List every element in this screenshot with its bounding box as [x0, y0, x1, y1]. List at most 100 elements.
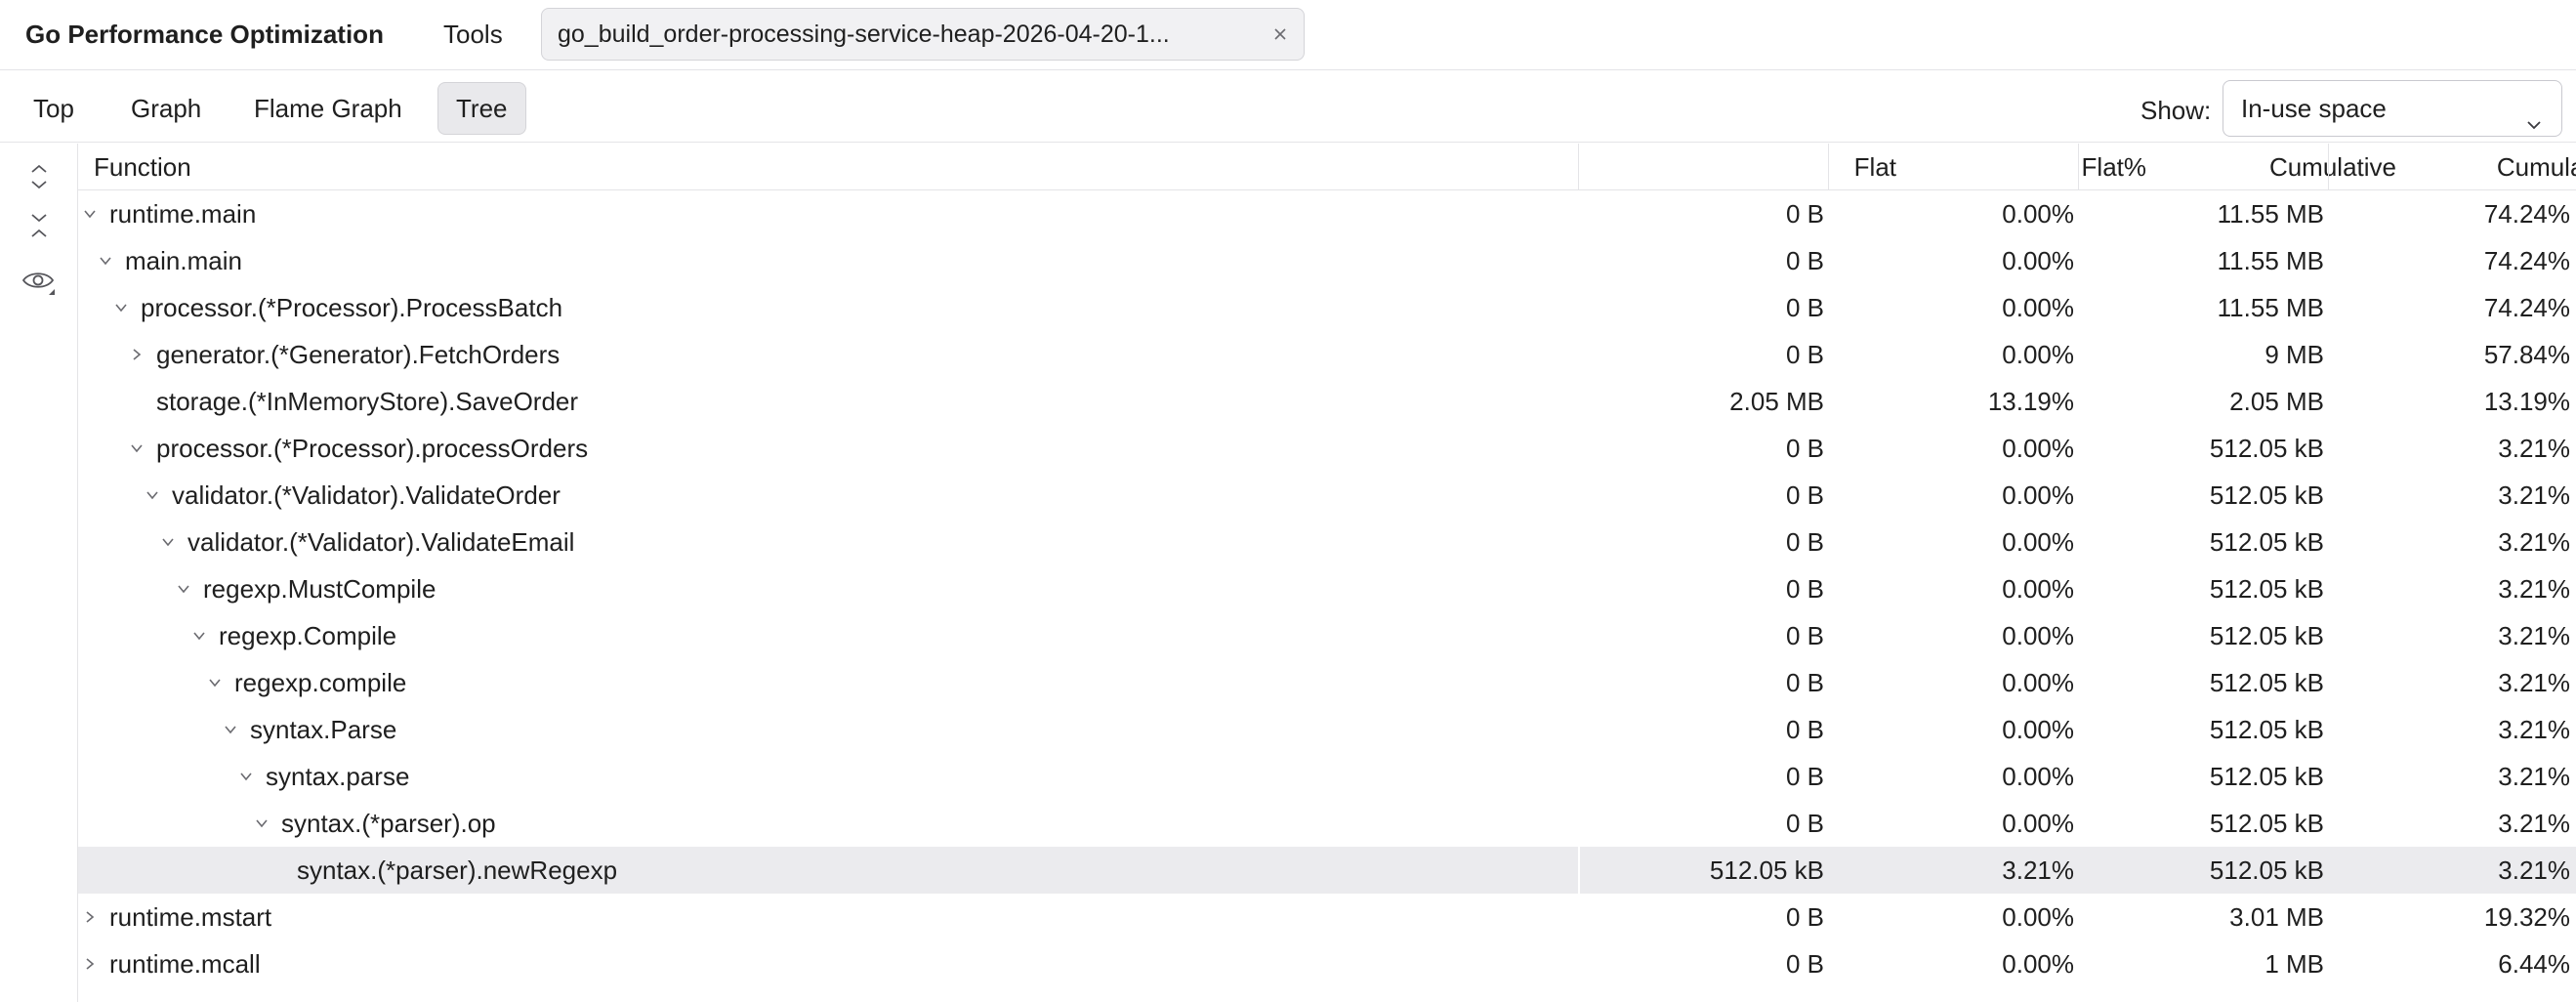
cell-cumulative: 512.05 kB — [2209, 668, 2324, 697]
chevron-down-icon[interactable] — [78, 202, 102, 226]
table-row[interactable]: regexp.MustCompile 0 B 0.00% 512.05 kB 3.21% — [78, 565, 2576, 612]
cell-cumulative-pct: 3.21% — [2498, 527, 2570, 557]
column-divider — [1578, 847, 1580, 894]
chevron-right-icon[interactable] — [78, 905, 102, 929]
function-name: validator.(*Validator).ValidateEmail — [187, 527, 575, 557]
function-name: regexp.MustCompile — [203, 574, 436, 604]
function-name: runtime.mstart — [109, 902, 272, 932]
cell-flat-pct: 0.00% — [2002, 340, 2074, 369]
cell-cumulative-pct: 74.24% — [2483, 199, 2570, 229]
chevron-down-icon[interactable] — [141, 483, 164, 507]
table-row[interactable]: generator.(*Generator).FetchOrders 0 B 0.0… — [78, 331, 2576, 378]
table-row[interactable]: regexp.Compile 0 B 0.00% 512.05 kB 3.21% — [78, 612, 2576, 659]
cell-cumulative: 512.05 kB — [2209, 856, 2324, 885]
column-divider[interactable] — [1828, 144, 1829, 190]
column-header-cumulative-pct[interactable]: Cumulative% — [2332, 144, 2576, 190]
chevron-down-icon[interactable] — [250, 812, 273, 835]
column-divider[interactable] — [1578, 144, 1579, 190]
column-header-function[interactable]: Function — [94, 144, 191, 190]
chevron-down-icon[interactable] — [156, 530, 180, 554]
call-tree-table: Function Flat Flat% Cumulative Cumulativ… — [78, 144, 2576, 1002]
cell-flat-pct: 0.00% — [2002, 199, 2074, 229]
profile-file-tab-label: go_build_order-processing-service-heap-2… — [558, 20, 1170, 48]
table-row[interactable]: processor.(*Processor).processOrders 0 B 0… — [78, 425, 2576, 472]
cell-flat: 0 B — [1785, 668, 1824, 697]
cell-flat-pct: 0.00% — [2002, 715, 2074, 744]
cell-cumulative: 11.55 MB — [2217, 293, 2324, 322]
cell-cumulative: 9 MB — [2264, 340, 2324, 369]
cell-cumulative-pct: 3.21% — [2498, 480, 2570, 510]
column-divider[interactable] — [2078, 144, 2079, 190]
chevron-down-icon[interactable] — [187, 624, 211, 647]
cell-cumulative-pct: 3.21% — [2498, 762, 2570, 791]
cell-flat: 0 B — [1785, 527, 1824, 557]
cell-flat: 2.05 MB — [1729, 387, 1824, 416]
cell-flat: 0 B — [1785, 246, 1824, 275]
cell-function: regexp.MustCompile — [172, 565, 436, 612]
function-name: storage.(*InMemoryStore).SaveOrder — [156, 387, 579, 416]
table-row[interactable]: syntax.parse 0 B 0.00% 512.05 kB 3.21% — [78, 753, 2576, 800]
table-row[interactable]: validator.(*Validator).ValidateOrder 0 B 0… — [78, 472, 2576, 519]
cell-flat: 0 B — [1785, 809, 1824, 838]
tab-top[interactable]: Top — [16, 82, 92, 135]
table-row[interactable]: runtime.mcall 0 B 0.00% 1 MB 6.44% — [78, 940, 2576, 987]
cell-flat-pct: 3.21% — [2002, 856, 2074, 885]
cell-cumulative-pct: 19.32% — [2483, 902, 2570, 932]
cell-cumulative: 512.05 kB — [2209, 621, 2324, 650]
chevron-down-icon[interactable] — [234, 765, 258, 788]
chevron-down-icon[interactable] — [219, 718, 242, 741]
cell-flat: 0 B — [1785, 949, 1824, 979]
function-name: regexp.compile — [234, 668, 407, 697]
chevron-down-icon[interactable] — [125, 437, 148, 460]
collapse-all-icon[interactable] — [20, 206, 59, 245]
cell-flat: 0 B — [1785, 293, 1824, 322]
cell-function: main.main — [94, 237, 242, 284]
profile-file-tab[interactable]: go_build_order-processing-service-heap-2… — [541, 8, 1305, 61]
table-row[interactable]: processor.(*Processor).ProcessBatch 0 B 0.… — [78, 284, 2576, 331]
tools-menu[interactable]: Tools — [443, 18, 503, 51]
cell-cumulative: 512.05 kB — [2209, 480, 2324, 510]
show-select[interactable]: In-use space — [2223, 80, 2562, 137]
table-row[interactable]: syntax.Parse 0 B 0.00% 512.05 kB 3.21% — [78, 706, 2576, 753]
table-row[interactable]: runtime.mstart 0 B 0.00% 3.01 MB 19.32% — [78, 894, 2576, 940]
app-title: Go Performance Optimization — [25, 20, 384, 49]
table-header: Function Flat Flat% Cumulative Cumulativ… — [78, 144, 2576, 190]
function-name: runtime.main — [109, 199, 257, 229]
cell-function: validator.(*Validator).ValidateOrder — [141, 472, 561, 519]
chevron-down-icon[interactable] — [94, 249, 117, 272]
chevron-right-icon[interactable] — [125, 343, 148, 366]
tab-flame-graph[interactable]: Flame Graph — [236, 82, 420, 135]
chevron-down-icon[interactable] — [109, 296, 133, 319]
table-row[interactable]: syntax.(*parser).op 0 B 0.00% 512.05 kB 3.21… — [78, 800, 2576, 847]
cell-cumulative: 2.05 MB — [2229, 387, 2324, 416]
column-divider[interactable] — [2328, 144, 2329, 190]
expand-all-icon[interactable] — [20, 157, 59, 196]
cell-cumulative: 3.01 MB — [2229, 902, 2324, 932]
table-row[interactable]: regexp.compile 0 B 0.00% 512.05 kB 3.21% — [78, 659, 2576, 706]
cell-flat-pct: 0.00% — [2002, 574, 2074, 604]
cell-cumulative: 512.05 kB — [2209, 762, 2324, 791]
cell-flat-pct: 0.00% — [2002, 293, 2074, 322]
cell-cumulative-pct: 3.21% — [2498, 809, 2570, 838]
cell-cumulative: 11.55 MB — [2217, 246, 2324, 275]
table-row[interactable]: syntax.(*parser).newRegexp 512.05 kB 3.21%… — [78, 847, 2576, 894]
tab-tree[interactable]: Tree — [437, 82, 526, 135]
cell-function: generator.(*Generator).FetchOrders — [125, 331, 560, 378]
cell-function: storage.(*InMemoryStore).SaveOrder — [125, 378, 578, 425]
table-row[interactable]: validator.(*Validator).ValidateEmail 0 B 0… — [78, 519, 2576, 565]
function-name: validator.(*Validator).ValidateOrder — [172, 480, 561, 510]
close-icon[interactable] — [1265, 19, 1296, 50]
cell-function: runtime.mcall — [78, 940, 261, 987]
cell-cumulative-pct: 74.24% — [2483, 293, 2570, 322]
eye-icon[interactable] — [20, 263, 59, 302]
function-name: processor.(*Processor).ProcessBatch — [141, 293, 563, 322]
chevron-down-icon[interactable] — [172, 577, 195, 601]
tab-graph[interactable]: Graph — [113, 82, 219, 135]
tree-toolbar — [0, 144, 78, 1002]
table-row[interactable]: storage.(*InMemoryStore).SaveOrder 2.05 M… — [78, 378, 2576, 425]
chevron-down-icon[interactable] — [203, 671, 227, 694]
chevron-right-icon[interactable] — [78, 952, 102, 976]
table-row[interactable]: runtime.main 0 B 0.00% 11.55 MB 74.24% — [78, 190, 2576, 237]
function-name: regexp.Compile — [219, 621, 397, 650]
table-row[interactable]: main.main 0 B 0.00% 11.55 MB 74.24% — [78, 237, 2576, 284]
